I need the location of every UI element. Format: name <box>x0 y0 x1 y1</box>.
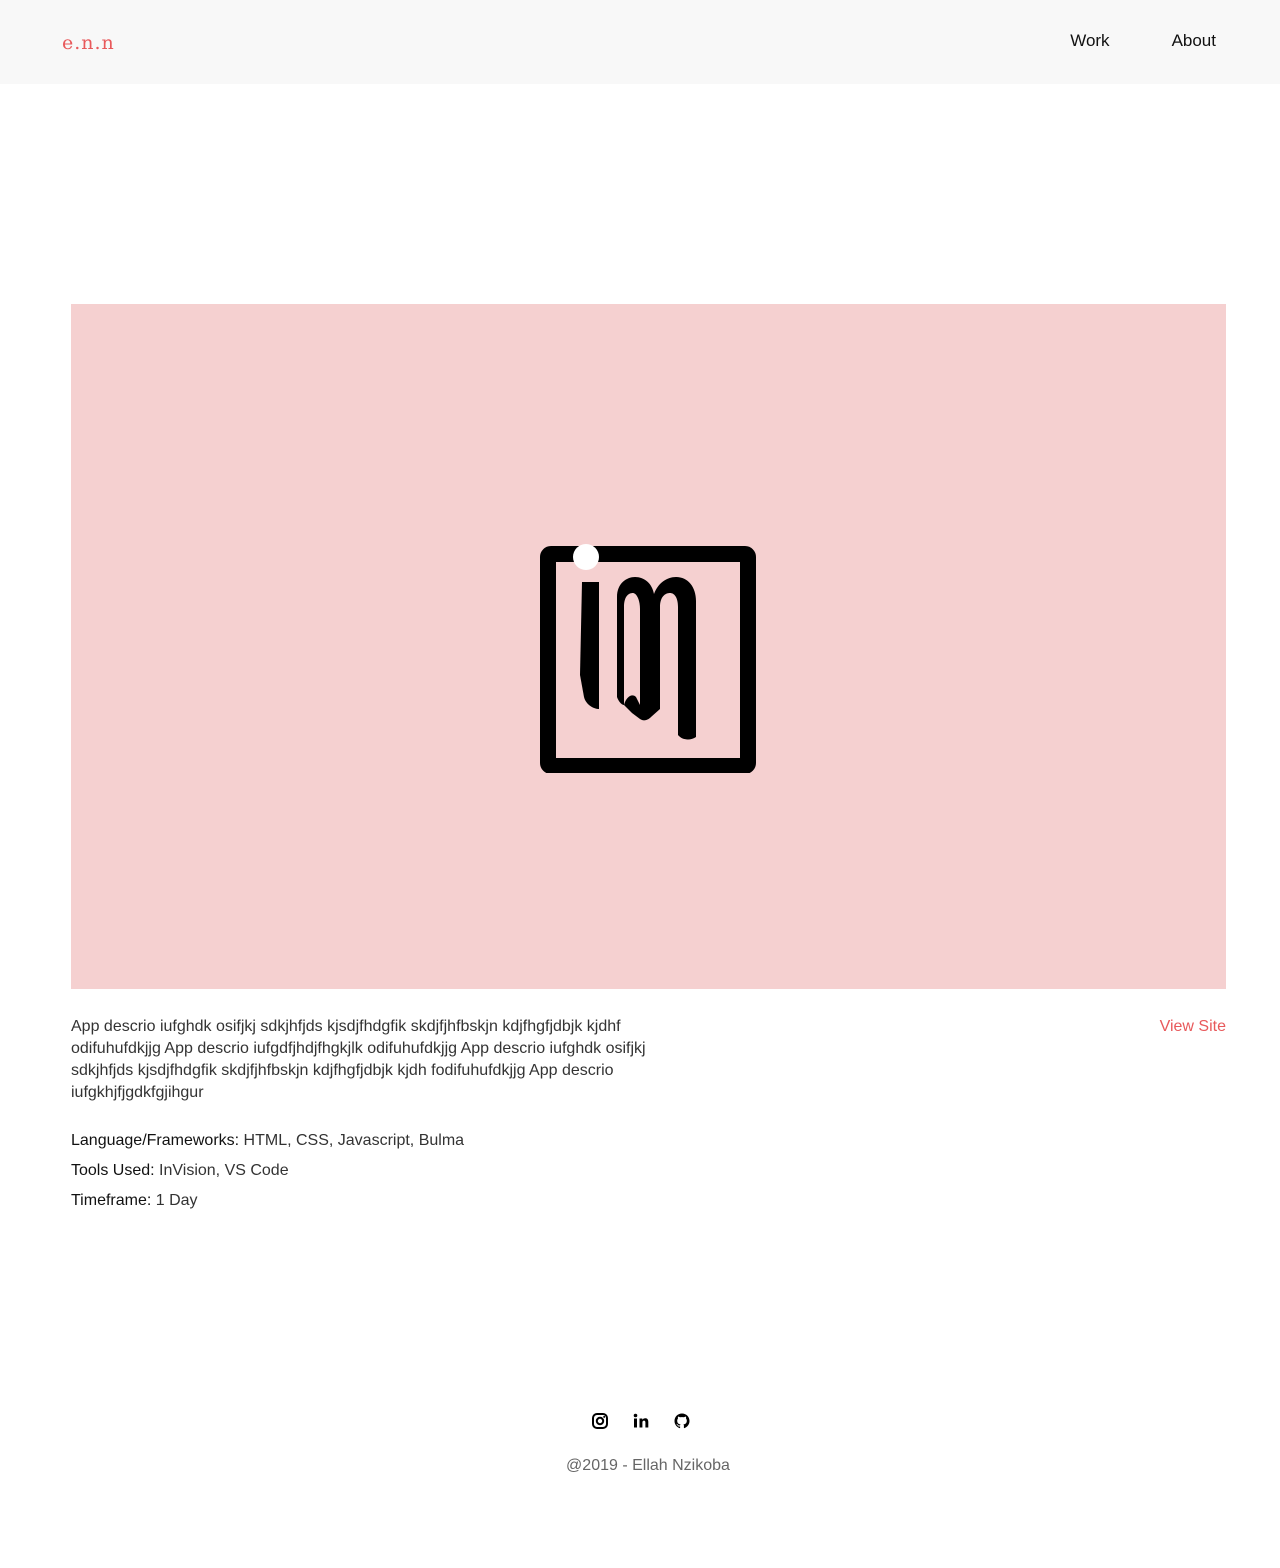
nav-link-work[interactable]: Work <box>1070 30 1109 52</box>
meta-value: InVision, VS Code <box>154 1162 289 1179</box>
linkedin-icon[interactable] <box>631 1411 651 1431</box>
copyright-text: @2019 - Ellah Nzikoba <box>566 1457 730 1474</box>
project-description: App descrio iufghdk osifjkj sdkjhfjds kj… <box>71 1018 646 1101</box>
meta-value: HTML, CSS, Javascript, Bulma <box>239 1132 465 1149</box>
meta-label: Tools Used: <box>71 1162 155 1179</box>
meta-label: Timeframe: <box>71 1192 152 1209</box>
meta-row-tools: Tools Used: InVision, VS Code <box>71 1160 464 1190</box>
github-icon[interactable] <box>672 1411 692 1431</box>
view-site-link[interactable]: View Site <box>1160 1016 1226 1038</box>
project-meta: Language/Frameworks: HTML, CSS, Javascri… <box>71 1130 464 1220</box>
meta-value: 1 Day <box>151 1192 198 1209</box>
social-links <box>0 1411 1280 1431</box>
nav-link-about[interactable]: About <box>1172 30 1216 52</box>
meta-label: Language/Frameworks: <box>71 1132 240 1149</box>
nav-links: Work About <box>1070 30 1216 52</box>
im-square-logo-icon <box>540 544 756 773</box>
site-logo[interactable]: e.n.n <box>62 28 115 58</box>
meta-row-languages: Language/Frameworks: HTML, CSS, Javascri… <box>71 1130 464 1160</box>
meta-row-timeframe: Timeframe: 1 Day <box>71 1190 464 1220</box>
instagram-icon[interactable] <box>590 1411 610 1431</box>
navbar: e.n.n Work About <box>0 0 1280 84</box>
project-hero-image <box>71 304 1226 989</box>
